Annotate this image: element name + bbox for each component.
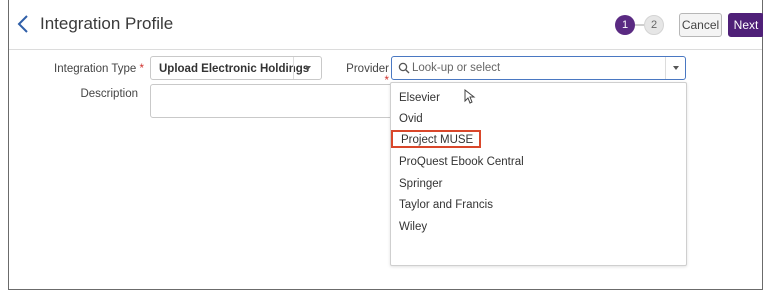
description-label: Description: [80, 88, 138, 100]
search-icon: [398, 62, 410, 74]
option-elsevier[interactable]: Elsevier: [399, 89, 440, 107]
wizard-stepper: 1 2: [615, 14, 664, 36]
description-field[interactable]: [150, 84, 400, 118]
option-wiley[interactable]: Wiley: [399, 218, 427, 236]
option-springer[interactable]: Springer: [399, 175, 442, 193]
mouse-cursor-icon: [464, 89, 476, 104]
option-taylor-and-francis[interactable]: Taylor and Francis: [399, 196, 493, 214]
back-button[interactable]: [15, 13, 35, 37]
step-2-indicator: 2: [644, 15, 664, 35]
option-ovid[interactable]: Ovid: [399, 110, 423, 128]
provider-search-input[interactable]: [412, 60, 652, 76]
required-mark: *: [139, 63, 144, 75]
caret-down-icon: [304, 66, 311, 70]
provider-combobox[interactable]: [391, 56, 686, 80]
integration-type-caret[interactable]: [293, 57, 321, 79]
provider-caret[interactable]: [665, 57, 685, 79]
page-title: Integration Profile: [40, 14, 174, 33]
integration-type-select[interactable]: Upload Electronic Holdings: [150, 56, 322, 80]
provider-dropdown-list: Elsevier Ovid Project MUSE ProQuest Eboo…: [390, 82, 687, 266]
integration-type-label-text: Integration Type: [54, 63, 137, 75]
integration-profile-panel: Integration Profile 1 2 Cancel Next Inte…: [8, 0, 763, 290]
page-header: Integration Profile 1 2 Cancel Next: [9, 0, 763, 50]
option-proquest-ebook-central[interactable]: ProQuest Ebook Central: [399, 153, 524, 171]
provider-label-text: Provider: [346, 63, 389, 75]
step-1-indicator: 1: [615, 15, 635, 35]
caret-down-icon: [672, 66, 679, 70]
integration-type-label: Integration Type *: [49, 63, 144, 75]
chevron-left-icon: [17, 15, 28, 33]
step-connector: [635, 24, 644, 26]
cancel-button[interactable]: Cancel: [679, 13, 722, 37]
integration-type-value: Upload Electronic Holdings: [159, 63, 310, 75]
option-project-muse[interactable]: Project MUSE: [391, 130, 481, 148]
next-button[interactable]: Next: [728, 13, 763, 37]
